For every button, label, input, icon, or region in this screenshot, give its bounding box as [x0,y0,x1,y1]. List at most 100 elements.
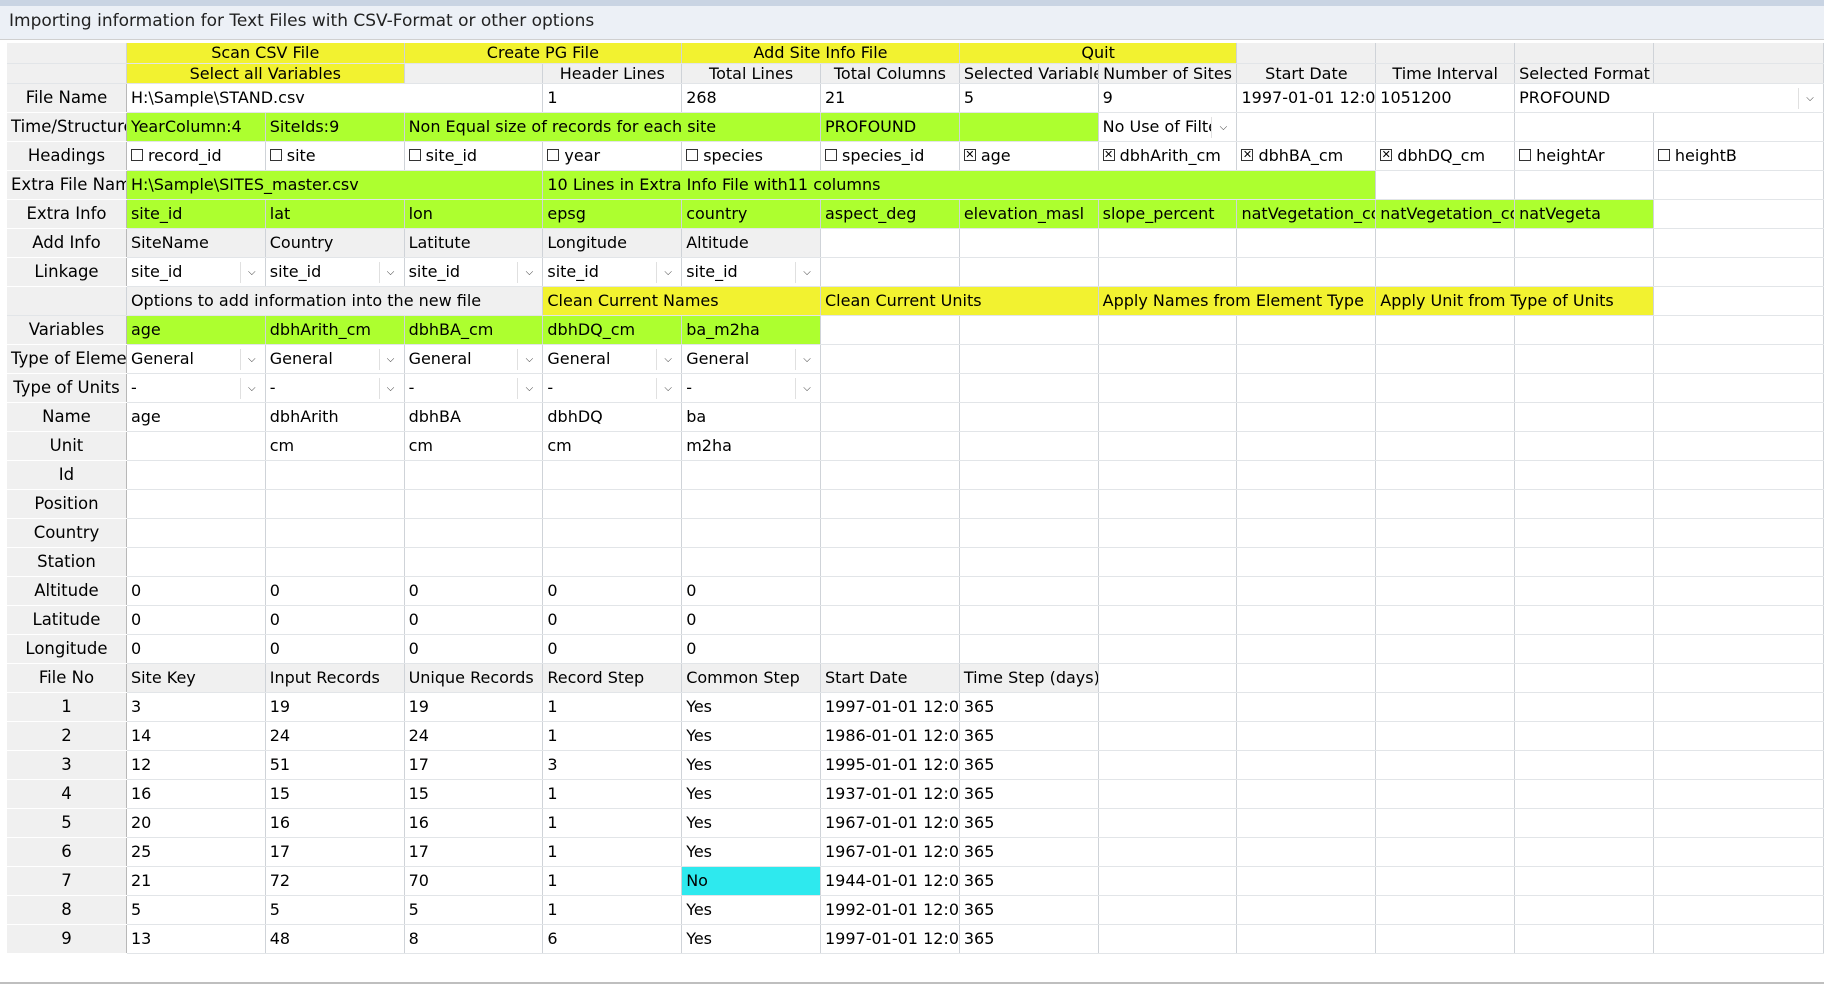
name-field[interactable]: ba [681,402,821,432]
checkbox[interactable] [1519,149,1532,161]
latitude-field[interactable]: 0 [681,605,821,635]
heading-checkbox-3[interactable]: year [542,141,683,171]
element-type-select[interactable]: General ⌵ [681,344,821,374]
dropdown-arrow-icon[interactable]: ⌵ [239,261,263,283]
dropdown-arrow-icon[interactable]: ⌵ [239,348,263,370]
dropdown-arrow-icon[interactable]: ⌵ [1798,87,1821,109]
dropdown-arrow-icon[interactable]: ⌵ [378,348,402,370]
heading-checkbox-10[interactable]: heightAr [1514,141,1654,171]
longitude-field[interactable]: 0 [126,634,266,664]
heading-checkbox-1[interactable]: site [265,141,405,171]
name-field[interactable]: age [126,402,266,432]
add-site-info-button[interactable]: Add Site Info File [681,43,960,64]
horizontal-scrollbar[interactable] [0,982,1824,995]
dropdown-arrow-icon[interactable]: ⌵ [378,261,402,283]
latitude-field[interactable]: 0 [404,605,544,635]
apply-units-button[interactable]: Apply Unit from Type of Units [1375,286,1654,316]
checkbox[interactable] [1657,149,1670,161]
unit-type-select[interactable]: - ⌵ [265,373,405,403]
unit-field[interactable]: cm [542,431,683,461]
dropdown-arrow-icon[interactable]: ⌵ [517,348,541,370]
heading-checkbox-2[interactable]: site_id [404,141,544,171]
latitude-field[interactable]: 0 [126,605,266,635]
dropdown-arrow-icon[interactable]: ⌵ [656,348,680,370]
header-lines-value: 1 [542,83,683,113]
cell-text: 5 [130,899,142,919]
dropdown-arrow-icon[interactable]: ⌵ [239,377,263,399]
checkbox[interactable] [825,149,837,161]
name-field[interactable]: dbhBA [404,402,544,432]
dropdown-arrow-icon[interactable]: ⌵ [795,377,818,399]
extra-file-path-field[interactable]: H:\Sample\SITES_master.csv [126,170,544,200]
clean-current-names-button[interactable]: Clean Current Names [542,286,821,316]
altitude-field[interactable]: 0 [126,576,266,606]
linkage-select[interactable]: site_id ⌵ [681,257,821,287]
element-type-select[interactable]: General ⌵ [542,344,683,374]
checkbox[interactable] [686,149,699,161]
checkbox[interactable]: ✕ [1380,149,1393,161]
dropdown-arrow-icon[interactable]: ⌵ [795,348,818,370]
create-pg-button[interactable]: Create PG File [404,43,683,64]
unit-field[interactable]: cm [404,431,544,461]
dropdown-arrow-icon[interactable]: ⌵ [795,261,818,283]
clean-current-units-button[interactable]: Clean Current Units [820,286,1099,316]
checkbox[interactable]: ✕ [1102,149,1115,161]
unit-type-select[interactable]: - ⌵ [681,373,821,403]
linkage-select[interactable]: site_id ⌵ [126,257,266,287]
checkbox[interactable] [269,149,282,161]
altitude-field[interactable]: 0 [265,576,405,606]
altitude-field[interactable]: 0 [681,576,821,606]
unit-field[interactable] [126,431,266,461]
apply-names-button[interactable]: Apply Names from Element Type [1098,286,1377,316]
unit-type-select[interactable]: - ⌵ [126,373,266,403]
heading-checkbox-9[interactable]: ✕ dbhDQ_cm [1375,141,1516,171]
file-path-field[interactable]: H:\Sample\STAND.csv [126,83,544,113]
longitude-field[interactable]: 0 [404,634,544,664]
element-type-select[interactable]: General ⌵ [404,344,544,374]
unit-type-select[interactable]: - ⌵ [404,373,544,403]
dropdown-arrow-icon[interactable]: ⌵ [1211,116,1235,138]
heading-checkbox-0[interactable]: record_id [126,141,266,171]
heading-checkbox-4[interactable]: species [681,141,821,171]
checkbox[interactable]: ✕ [1241,149,1254,161]
name-field[interactable]: dbhDQ [542,402,683,432]
latitude-field[interactable]: 0 [265,605,405,635]
quit-button[interactable]: Quit [959,43,1238,64]
altitude-field[interactable]: 0 [542,576,683,606]
dropdown-arrow-icon[interactable]: ⌵ [656,377,680,399]
element-type-select[interactable]: General ⌵ [265,344,405,374]
longitude-field[interactable]: 0 [681,634,821,664]
linkage-select[interactable]: site_id ⌵ [542,257,683,287]
name-field[interactable]: dbhArith [265,402,405,432]
cell-text: Apply Names from Element Type [1102,290,1364,310]
checkbox[interactable] [408,149,421,161]
heading-checkbox-6[interactable]: ✕ age [959,141,1099,171]
dropdown-arrow-icon[interactable]: ⌵ [378,377,402,399]
heading-checkbox-11[interactable]: heightB [1653,141,1824,171]
checkbox[interactable]: ✕ [963,149,976,161]
unit-type-select[interactable]: - ⌵ [542,373,683,403]
checkbox[interactable] [547,149,560,161]
altitude-field[interactable]: 0 [404,576,544,606]
element-type-select[interactable]: General ⌵ [126,344,266,374]
checkbox[interactable] [130,149,143,161]
longitude-field[interactable]: 0 [265,634,405,664]
linkage-select[interactable]: site_id ⌵ [265,257,405,287]
empty-cell [959,605,1099,635]
unit-field[interactable]: cm [265,431,405,461]
unit-field[interactable]: m2ha [681,431,821,461]
heading-checkbox-7[interactable]: ✕ dbhArith_cm [1098,141,1238,171]
heading-checkbox-8[interactable]: ✕ dbhBA_cm [1236,141,1377,171]
select-all-variables-button[interactable]: Select all Variables [126,63,405,84]
linkage-select[interactable]: site_id ⌵ [404,257,544,287]
dropdown-arrow-icon[interactable]: ⌵ [517,377,541,399]
filter-select[interactable]: No Use of Filter ⌵ [1098,112,1238,142]
heading-checkbox-5[interactable]: species_id [820,141,960,171]
latitude-field[interactable]: 0 [542,605,683,635]
dropdown-arrow-icon[interactable]: ⌵ [517,261,541,283]
longitude-field[interactable]: 0 [542,634,683,664]
site-table-cell: 1937-01-01 12:00 [820,779,960,809]
selected-format-select[interactable]: PROFOUND ⌵ [1514,83,1824,113]
dropdown-arrow-icon[interactable]: ⌵ [656,261,680,283]
scan-csv-button[interactable]: Scan CSV File [126,43,405,64]
